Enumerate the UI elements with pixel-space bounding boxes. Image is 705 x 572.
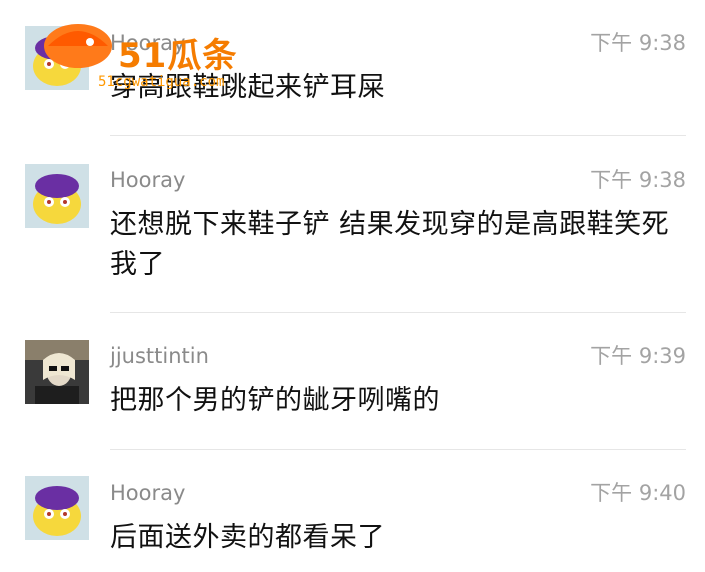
watermark-url: 51cgwatigua.com — [98, 74, 225, 90]
chat-message: jjusttintin 下午 9:39 把那个男的铲的龇牙咧嘴的 — [0, 312, 705, 450]
chat-message: Hooray 下午 9:40 后面送外卖的都看呆了 — [0, 449, 705, 572]
message-text: 把那个男的铲的龇牙咧嘴的 — [110, 385, 440, 416]
avatar[interactable] — [25, 340, 89, 404]
sender-name: Hooray — [110, 168, 186, 192]
message-time: 下午 9:39 — [590, 344, 686, 368]
message-time: 下午 9:40 — [590, 481, 686, 505]
watermark-brand: 51瓜条 — [118, 36, 238, 76]
message-text: 还想脱下来鞋子铲 结果发现穿的是高跟鞋笑死我了 — [110, 209, 670, 280]
message-text: 后面送外卖的都看呆了 — [110, 522, 385, 553]
message-time: 下午 9:38 — [590, 31, 686, 55]
watermark-logo: 51瓜条 51cgwatigua.com — [38, 10, 278, 90]
chat-message: Hooray 下午 9:38 还想脱下来鞋子铲 结果发现穿的是高跟鞋笑死我了 — [0, 135, 705, 313]
avatar[interactable] — [25, 476, 89, 540]
sender-name: Hooray — [110, 481, 186, 505]
sender-name: jjusttintin — [110, 344, 209, 368]
avatar[interactable] — [25, 164, 89, 228]
message-time: 下午 9:38 — [590, 168, 686, 192]
